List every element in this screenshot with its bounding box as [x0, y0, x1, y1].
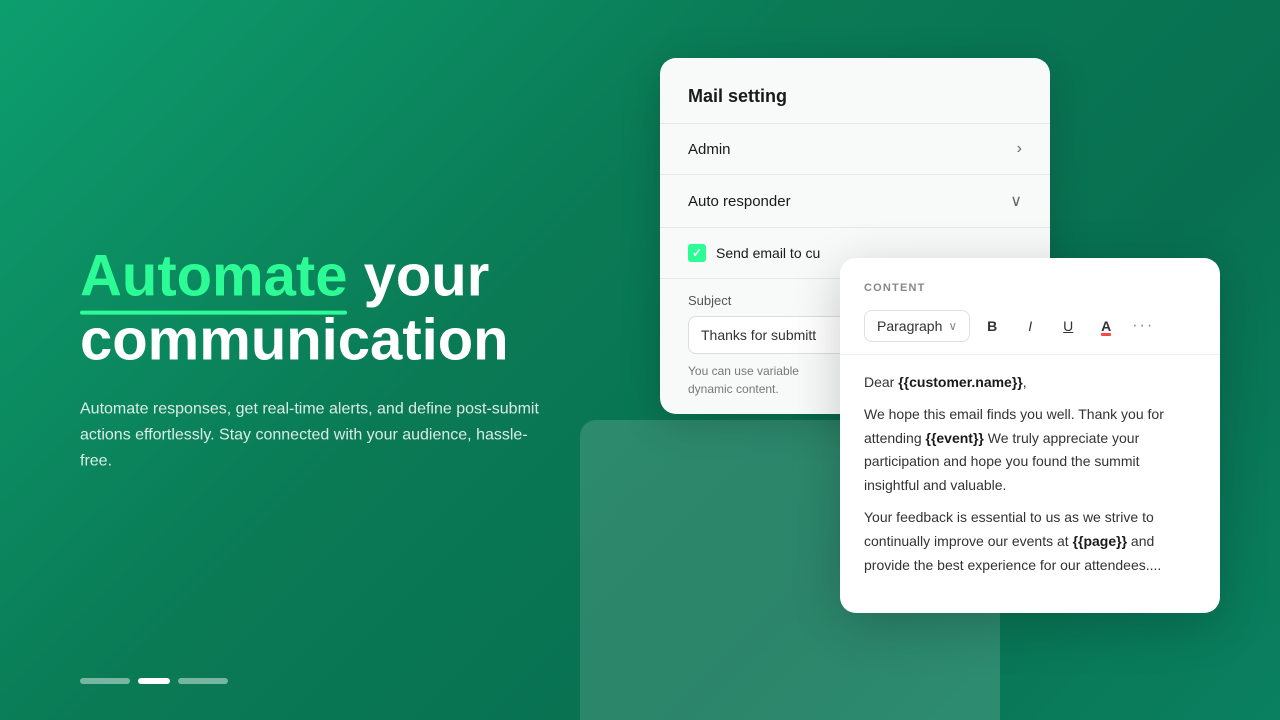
- autoresponder-label: Auto responder: [688, 193, 791, 210]
- underline-button[interactable]: U: [1052, 310, 1084, 342]
- main-headline: Automate yourcommunication: [80, 245, 600, 373]
- email-content-body: Dear {{customer.name}}, We hope this ema…: [840, 355, 1220, 593]
- autoresponder-chevron-icon: ∨: [1010, 191, 1022, 211]
- admin-chevron-icon: ›: [1017, 140, 1022, 158]
- content-section-label: CONTENT: [864, 282, 926, 294]
- mail-card-header: Mail setting: [660, 58, 1050, 123]
- admin-row[interactable]: Admin ›: [660, 123, 1050, 174]
- event-var: {{event}}: [926, 430, 984, 446]
- dot-1[interactable]: [80, 678, 130, 684]
- content-editor-card: CONTENT Paragraph ∨ B I U A ··· Dear {{c…: [840, 258, 1220, 613]
- editor-toolbar: Paragraph ∨ B I U A ···: [840, 310, 1220, 355]
- autoresponder-row[interactable]: Auto responder ∨: [660, 174, 1050, 227]
- pagination: [80, 678, 228, 684]
- email-line-3: Your feedback is essential to us as we s…: [864, 506, 1196, 577]
- headline-highlight: Automate: [80, 245, 347, 309]
- left-section: Automate yourcommunication Automate resp…: [80, 245, 600, 476]
- content-card-header: CONTENT: [840, 258, 1220, 310]
- bold-button[interactable]: B: [976, 310, 1008, 342]
- email-line-1: Dear {{customer.name}},: [864, 371, 1196, 395]
- color-a-icon: A: [1101, 318, 1111, 334]
- customer-name-var: {{customer.name}}: [898, 374, 1023, 390]
- dot-2[interactable]: [138, 678, 170, 684]
- checkmark-icon: ✓: [692, 246, 702, 260]
- text-color-button[interactable]: A: [1090, 310, 1122, 342]
- email-line-2: We hope this email finds you well. Thank…: [864, 403, 1196, 498]
- paragraph-label: Paragraph: [877, 318, 942, 334]
- dot-3[interactable]: [178, 678, 228, 684]
- italic-button[interactable]: I: [1014, 310, 1046, 342]
- subtext: Automate responses, get real-time alerts…: [80, 396, 540, 475]
- paragraph-chevron-icon: ∨: [948, 319, 957, 333]
- more-options-button[interactable]: ···: [1128, 317, 1158, 335]
- send-email-checkbox[interactable]: ✓: [688, 244, 706, 262]
- page-var: {{page}}: [1073, 533, 1127, 549]
- mail-card-title: Mail setting: [688, 86, 787, 106]
- admin-label: Admin: [688, 141, 731, 158]
- paragraph-select[interactable]: Paragraph ∨: [864, 310, 970, 342]
- send-email-label: Send email to cu: [716, 245, 820, 261]
